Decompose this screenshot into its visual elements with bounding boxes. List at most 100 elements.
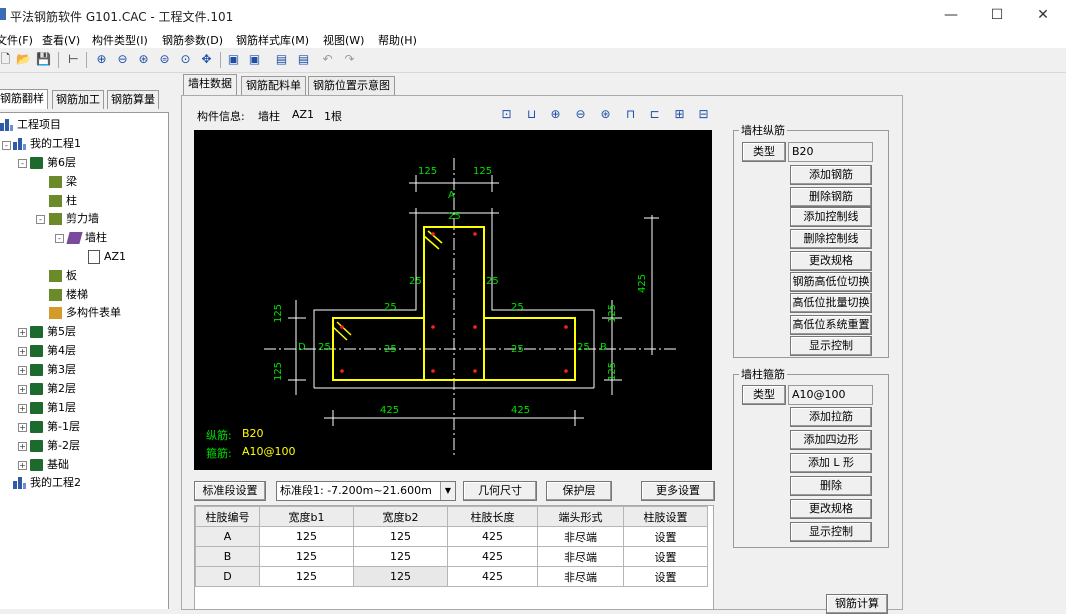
- fit-icon[interactable]: ⊡: [499, 107, 514, 122]
- tree-node-project-root[interactable]: 工程项目: [0, 116, 61, 134]
- batch-high-low-button[interactable]: 高低位批量切换: [790, 293, 872, 313]
- tree-node-az1[interactable]: AZ1: [88, 248, 126, 266]
- table-row[interactable]: D 125 125 425 非尽端 设置: [195, 566, 708, 587]
- add-l-shape-button[interactable]: 添加 L 形: [790, 453, 872, 473]
- tree-node-floor-b1[interactable]: 第-1层: [30, 418, 80, 436]
- tab-rebar-detailing[interactable]: 钢筋翻样: [0, 89, 48, 109]
- cell-leg-length[interactable]: 425: [447, 526, 538, 547]
- cell-width-b1[interactable]: 125: [259, 526, 354, 547]
- redo-icon[interactable]: ↷: [342, 52, 357, 67]
- pan-icon[interactable]: ✥: [199, 52, 214, 67]
- tree-node-shear-wall[interactable]: 剪力墙: [49, 210, 99, 228]
- tree-node-wall-column[interactable]: 墙柱: [66, 229, 107, 247]
- tree-node-foundation[interactable]: 基础: [30, 456, 69, 474]
- expand-icon[interactable]: +: [18, 347, 27, 356]
- std-section-settings-button[interactable]: 标准段设置: [194, 481, 266, 501]
- tree-node-floor-4[interactable]: 第4层: [30, 342, 76, 360]
- cell-width-b2[interactable]: 125: [353, 566, 448, 587]
- zoom-out-icon[interactable]: ⊖: [573, 107, 588, 122]
- reset-high-low-button[interactable]: 高低位系统重置: [790, 315, 872, 335]
- stirrup-type-field[interactable]: A10@100: [788, 385, 873, 405]
- cell-leg-id[interactable]: B: [195, 546, 260, 567]
- zoom-in-icon[interactable]: ⊕: [548, 107, 563, 122]
- collapse-icon[interactable]: -: [55, 234, 64, 243]
- table-row[interactable]: B 125 125 425 非尽端 设置: [195, 546, 708, 567]
- table-row[interactable]: A 125 125 425 非尽端 设置: [195, 526, 708, 547]
- menu-view[interactable]: 查看(V): [42, 32, 80, 48]
- cell-leg-id[interactable]: A: [195, 526, 260, 547]
- cell-leg-length[interactable]: 425: [447, 566, 538, 587]
- tree-node-slab[interactable]: 板: [49, 267, 77, 285]
- add-rebar-button[interactable]: 添加钢筋: [790, 165, 872, 185]
- delete-stirrup-button[interactable]: 删除: [790, 476, 872, 496]
- zoom-extents-icon[interactable]: ⊜: [157, 52, 172, 67]
- toggle-high-low-button[interactable]: 钢筋高低位切换: [790, 272, 872, 292]
- tab-rebar-processing[interactable]: 钢筋加工: [52, 90, 104, 109]
- expand-icon[interactable]: +: [18, 461, 27, 470]
- tree-node-beam[interactable]: 梁: [49, 173, 77, 191]
- section-icon[interactable]: ⊏: [647, 107, 662, 122]
- delete-rebar-button[interactable]: 删除钢筋: [790, 187, 872, 207]
- change-spec-button[interactable]: 更改规格: [790, 251, 872, 271]
- tree-node-stairs[interactable]: 楼梯: [49, 286, 88, 304]
- add-tie-button[interactable]: 添加拉筋: [790, 407, 872, 427]
- expand-icon[interactable]: +: [18, 366, 27, 375]
- layer-icon[interactable]: ⊞: [672, 107, 687, 122]
- menu-rebar-params[interactable]: 钢筋参数(D): [162, 32, 223, 48]
- close-button[interactable]: ✕: [1020, 0, 1066, 30]
- chevron-down-icon[interactable]: ▼: [440, 482, 455, 500]
- select-icon[interactable]: ⊔: [524, 107, 539, 122]
- cell-leg-settings[interactable]: 设置: [623, 546, 708, 567]
- expand-icon[interactable]: +: [18, 442, 27, 451]
- open-folder-icon[interactable]: 📂: [16, 52, 31, 67]
- expand-icon[interactable]: +: [18, 423, 27, 432]
- collapse-icon[interactable]: -: [36, 215, 45, 224]
- long-display-control-button[interactable]: 显示控制: [790, 336, 872, 356]
- tree-node-floor-6[interactable]: 第6层: [30, 154, 76, 172]
- tab-rebar-quantity[interactable]: 钢筋算量: [107, 90, 159, 109]
- menu-rebar-style-library[interactable]: 钢筋样式库(M): [236, 32, 309, 48]
- tree-node-floor-3[interactable]: 第3层: [30, 361, 76, 379]
- tab-rebar-schedule[interactable]: 钢筋配料单: [241, 76, 306, 95]
- zoom-out-icon[interactable]: ⊖: [115, 52, 130, 67]
- import-icon[interactable]: ▣: [247, 52, 262, 67]
- long-type-button[interactable]: 类型: [742, 142, 786, 162]
- tree-node-column[interactable]: 柱: [49, 192, 77, 210]
- tree-node-floor-b2[interactable]: 第-2层: [30, 437, 80, 455]
- undo-icon[interactable]: ↶: [320, 52, 335, 67]
- delete-control-line-button[interactable]: 删除控制线: [790, 229, 872, 249]
- cell-leg-id[interactable]: D: [195, 566, 260, 587]
- tab-rebar-position-diagram[interactable]: 钢筋位置示意图: [308, 76, 395, 95]
- tree-node-multi-form[interactable]: 多构件表单: [49, 304, 121, 322]
- tree-node-floor-2[interactable]: 第2层: [30, 380, 76, 398]
- cell-width-b2[interactable]: 125: [353, 526, 448, 547]
- stirrup-display-control-button[interactable]: 显示控制: [790, 522, 872, 542]
- cell-width-b1[interactable]: 125: [259, 546, 354, 567]
- tree-node-floor-5[interactable]: 第5层: [30, 323, 76, 341]
- cell-leg-length[interactable]: 425: [447, 546, 538, 567]
- rebar-calc-button[interactable]: 钢筋计算: [826, 594, 888, 614]
- more-settings-button[interactable]: 更多设置: [641, 481, 715, 501]
- menu-file[interactable]: 文件(F): [0, 32, 33, 48]
- tree-node-my-project-2[interactable]: 我的工程2: [13, 474, 81, 492]
- expand-icon[interactable]: +: [18, 404, 27, 413]
- cell-end-type[interactable]: 非尽端: [537, 546, 624, 567]
- cell-leg-settings[interactable]: 设置: [623, 566, 708, 587]
- save-icon[interactable]: 💾: [36, 52, 51, 67]
- tree-icon[interactable]: ⊢: [66, 52, 81, 67]
- minimize-button[interactable]: —: [928, 0, 974, 30]
- tree-node-my-project-1[interactable]: 我的工程1: [13, 135, 81, 153]
- zoom-in-icon[interactable]: ⊕: [94, 52, 109, 67]
- stirrup-change-spec-button[interactable]: 更改规格: [790, 499, 872, 519]
- collapse-icon[interactable]: -: [2, 141, 11, 150]
- tree-node-floor-1[interactable]: 第1层: [30, 399, 76, 417]
- expand-icon[interactable]: +: [18, 385, 27, 394]
- menu-help[interactable]: 帮助(H): [378, 32, 417, 48]
- new-file-icon[interactable]: 🗋: [0, 52, 13, 67]
- stirrup-type-button[interactable]: 类型: [742, 385, 786, 405]
- cell-end-type[interactable]: 非尽端: [537, 526, 624, 547]
- menu-window[interactable]: 视图(W): [323, 32, 364, 48]
- cell-width-b2[interactable]: 125: [353, 546, 448, 567]
- cell-end-type[interactable]: 非尽端: [537, 566, 624, 587]
- geometry-button[interactable]: 几何尺寸: [463, 481, 537, 501]
